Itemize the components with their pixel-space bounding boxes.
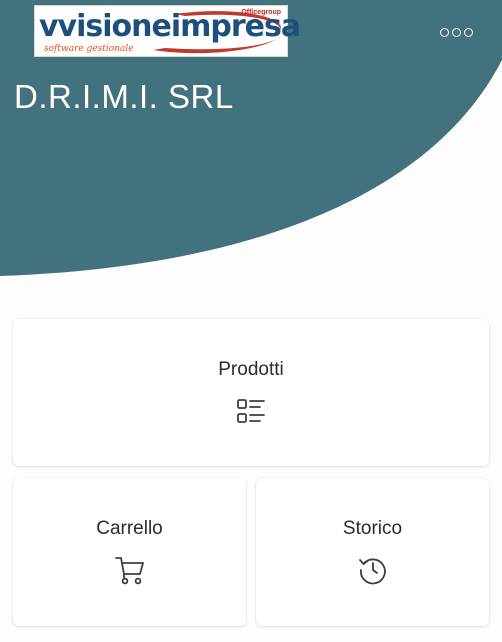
storico-label: Storico [342, 518, 403, 539]
carrello-card[interactable]: Carrello [13, 478, 246, 626]
list-icon [237, 399, 265, 423]
more-horizontal-icon [463, 27, 473, 37]
prodotti-label: Prodotti [218, 359, 284, 380]
history-icon [358, 558, 386, 585]
logo-badge: Officegroup [241, 9, 281, 16]
more-horizontal-icon [451, 27, 461, 37]
cart-icon [114, 557, 144, 585]
logo-brand-text: vvisioneimpresa [39, 9, 301, 44]
logo-tagline: software gestionale [44, 44, 134, 54]
more-menu-button[interactable] [436, 20, 476, 44]
storico-card[interactable]: Storico [256, 478, 489, 626]
carrello-label: Carrello [96, 518, 163, 539]
prodotti-card[interactable]: Prodotti [13, 319, 489, 466]
company-name: D.R.I.M.I. SRL [14, 78, 234, 115]
vision-impresa-logo: vvisioneimpresa software gestionale Offi… [34, 5, 301, 57]
header-hero: vvisioneimpresa software gestionale Offi… [0, 0, 502, 300]
more-horizontal-icon [439, 27, 449, 37]
